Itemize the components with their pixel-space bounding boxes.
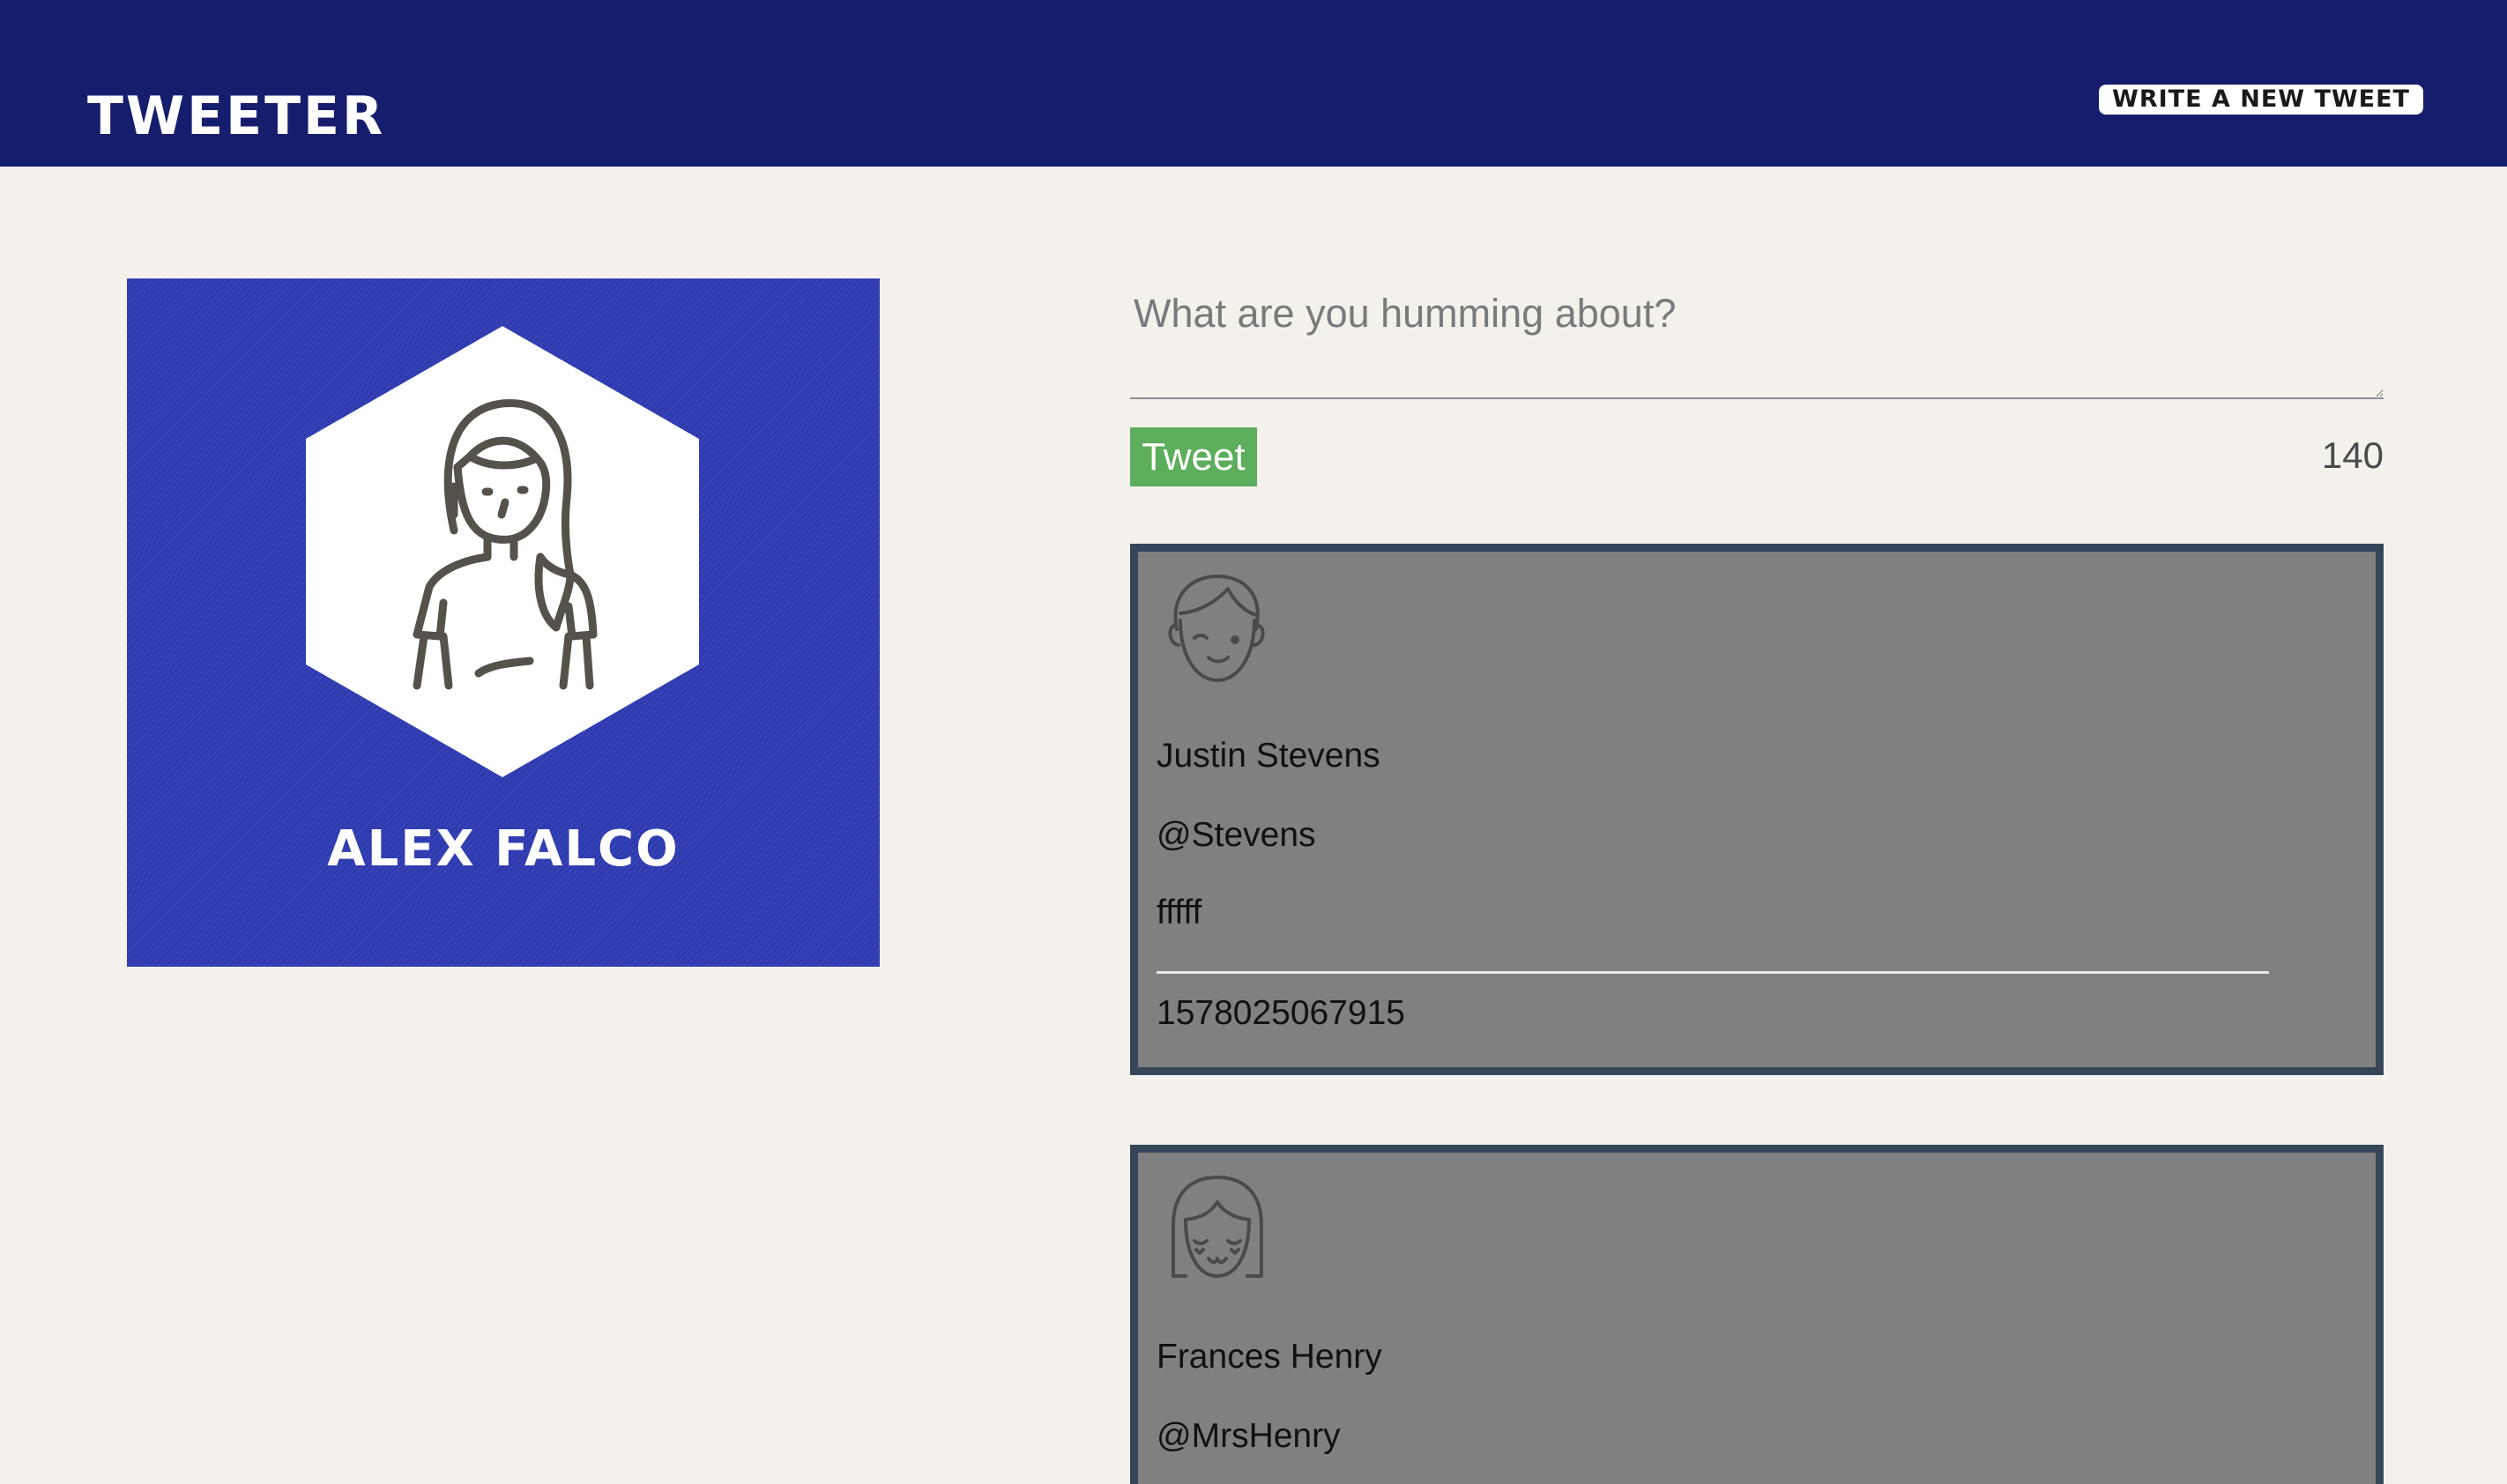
tweet-text-input[interactable]: [1130, 278, 2384, 399]
tweet-author-handle: @Stevens: [1157, 816, 1316, 854]
boy-avatar-icon: [1168, 575, 1265, 682]
tweet-author-name: Frances Henry: [1157, 1338, 1382, 1376]
girl-avatar-icon: [1172, 1176, 1263, 1278]
tweet-submit-button[interactable]: Tweet: [1130, 427, 1257, 486]
tweet-card: Justin Stevens @Stevens fffff 1578025067…: [1130, 544, 2384, 1075]
tweeter-app: TWEETER WRITE A NEW TWEET ALEX FALCO Wha…: [0, 0, 2507, 1484]
top-nav-bar: TWEETER WRITE A NEW TWEET: [0, 0, 2507, 167]
tweet-author-name: Justin Stevens: [1157, 737, 1380, 775]
woman-avatar-icon: [306, 326, 699, 777]
tweet-timestamp: 1578025067915: [1157, 994, 1405, 1032]
profile-name: ALEX FALCO: [327, 820, 680, 878]
write-new-tweet-button[interactable]: WRITE A NEW TWEET: [2099, 85, 2423, 115]
tweet-content: fffff: [1157, 894, 1202, 931]
brand-logo-text: TWEETER: [87, 85, 386, 147]
tweet-card: Frances Henry @MrsHenry: [1130, 1145, 2384, 1484]
tweet-divider: [1157, 971, 2269, 974]
tweet-author-handle: @MrsHenry: [1157, 1417, 1341, 1455]
character-counter: 140: [2321, 434, 2384, 476]
profile-card: ALEX FALCO: [127, 278, 880, 967]
